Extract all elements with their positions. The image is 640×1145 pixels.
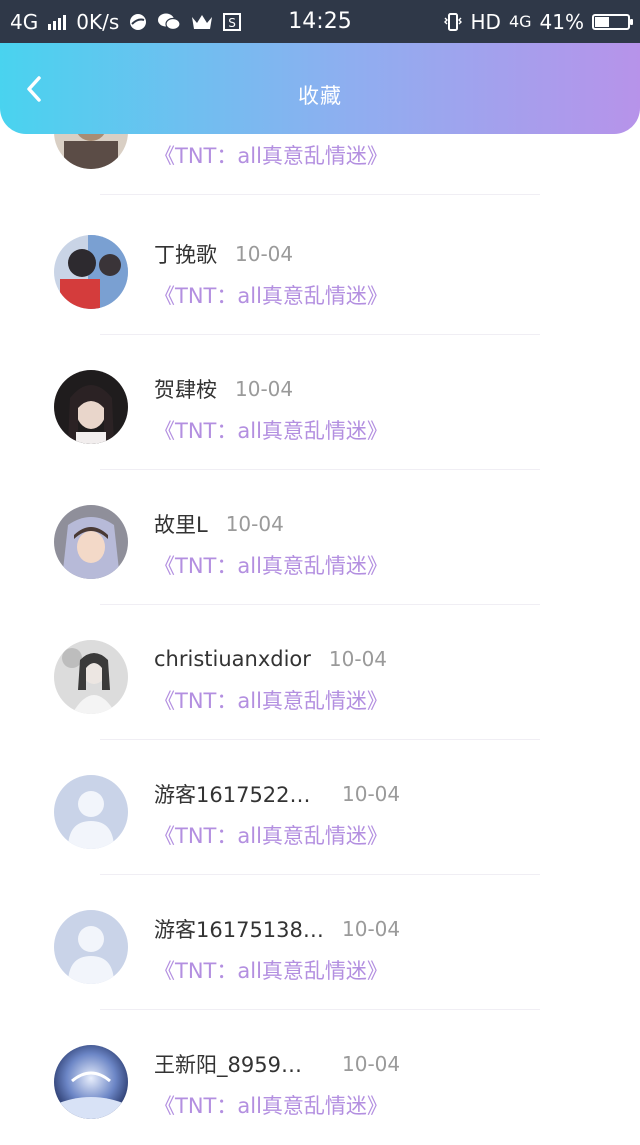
app-notification-icon bbox=[129, 13, 147, 31]
page-title: 收藏 bbox=[298, 84, 342, 108]
header: 收藏 bbox=[0, 43, 640, 134]
book-link[interactable]: 《TNT：all真意乱情迷》 bbox=[154, 550, 388, 580]
date: 10-04 bbox=[235, 242, 294, 266]
book-link[interactable]: 《TNT：all真意乱情迷》 bbox=[154, 820, 388, 850]
date: 10-04 bbox=[225, 512, 284, 536]
crown-icon bbox=[191, 14, 213, 30]
book-link[interactable]: 《TNT：all真意乱情迷》 bbox=[154, 415, 388, 445]
wechat-icon bbox=[157, 12, 181, 32]
avatar[interactable] bbox=[54, 1045, 128, 1119]
s-app-icon: S bbox=[223, 12, 242, 31]
list-item[interactable]: 贺肆桉 10-04 《TNT：all真意乱情迷》 bbox=[0, 335, 640, 470]
user-name: 故里L bbox=[154, 513, 208, 537]
network-type-right: 4G bbox=[508, 12, 532, 31]
book-link[interactable]: 《TNT：all真意乱情迷》 bbox=[154, 1090, 388, 1120]
user-name: 游客16175138… bbox=[154, 918, 324, 942]
user-name: 丁挽歌 bbox=[154, 243, 217, 267]
list-item[interactable]: 游客16175138… 10-04 《TNT：all真意乱情迷》 bbox=[0, 875, 640, 1010]
network-type: 4G bbox=[10, 9, 39, 34]
list-item[interactable]: 王新阳_8959… 10-04 《TNT：all真意乱情迷》 bbox=[0, 1010, 640, 1145]
vibrate-icon bbox=[443, 12, 463, 32]
date: 10-04 bbox=[235, 377, 294, 401]
avatar[interactable] bbox=[54, 640, 128, 714]
default-user-icon[interactable] bbox=[54, 910, 128, 984]
network-speed: 0K/s bbox=[76, 9, 120, 34]
list-item[interactable]: 游客1617522… 10-04 《TNT：all真意乱情迷》 bbox=[0, 740, 640, 875]
user-name: christiuanxdior bbox=[154, 647, 311, 671]
battery-icon bbox=[592, 13, 633, 30]
list-item[interactable]: 故里L 10-04 《TNT：all真意乱情迷》 bbox=[0, 470, 640, 605]
book-link[interactable]: 《TNT：all真意乱情迷》 bbox=[154, 140, 388, 170]
divider bbox=[100, 194, 540, 195]
book-link[interactable]: 《TNT：all真意乱情迷》 bbox=[154, 685, 388, 715]
user-name: 贺肆桉 bbox=[154, 378, 217, 402]
date: 10-04 bbox=[342, 1052, 401, 1076]
date: 10-04 bbox=[342, 917, 401, 941]
avatar[interactable] bbox=[54, 235, 128, 309]
list-item[interactable]: 丁挽歌 10-04 《TNT：all真意乱情迷》 bbox=[0, 200, 640, 335]
battery-percent: 41% bbox=[539, 9, 584, 34]
avatar[interactable] bbox=[54, 505, 128, 579]
signal-icon bbox=[48, 14, 67, 30]
date: 10-04 bbox=[342, 782, 401, 806]
avatar[interactable] bbox=[54, 370, 128, 444]
user-name: 游客1617522… bbox=[154, 783, 311, 807]
book-link[interactable]: 《TNT：all真意乱情迷》 bbox=[154, 280, 388, 310]
list-item[interactable]: christiuanxdior 10-04 《TNT：all真意乱情迷》 bbox=[0, 605, 640, 740]
svg-text:S: S bbox=[228, 16, 236, 30]
hd-indicator: HD bbox=[470, 9, 501, 34]
date: 10-04 bbox=[328, 647, 388, 671]
default-user-icon[interactable] bbox=[54, 775, 128, 849]
user-name: 王新阳_8959… bbox=[154, 1053, 302, 1077]
book-link[interactable]: 《TNT：all真意乱情迷》 bbox=[154, 955, 388, 985]
status-bar: 4G 0K/s S 14:25 HD 4G 41% bbox=[0, 0, 640, 43]
